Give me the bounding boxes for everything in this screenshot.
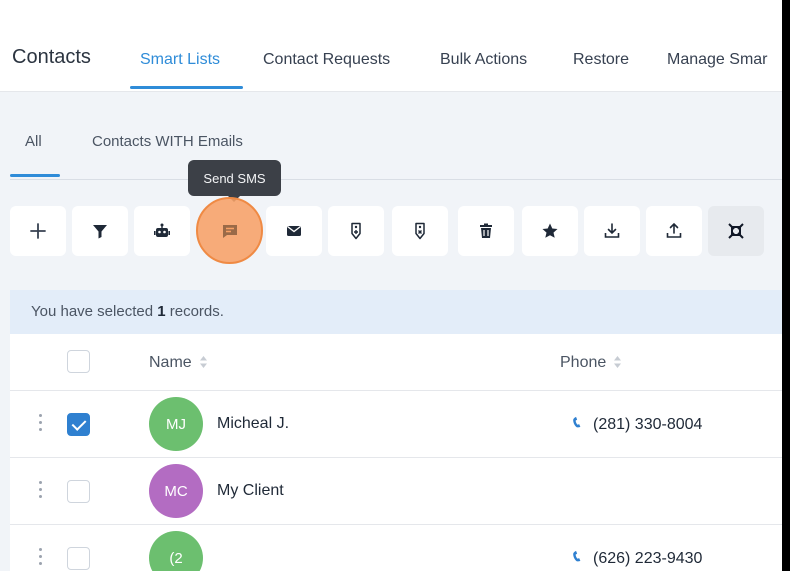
select-all-checkbox[interactable] [67,350,90,373]
page-title: Contacts [12,46,91,68]
drag-handle-icon[interactable] [37,548,43,568]
tag-add-icon [351,222,361,240]
avatar: MJ [149,397,203,451]
star-button[interactable] [522,206,578,256]
contact-phone[interactable]: (626) 223-9430 [569,549,702,568]
merge-icon [728,223,744,239]
row-checkbox[interactable] [67,480,90,503]
row-checkbox[interactable] [67,547,90,570]
tag-remove-icon [415,222,425,240]
subtab-all[interactable]: All [25,133,42,150]
phone-icon [573,416,581,428]
tab-restore[interactable]: Restore [573,51,629,69]
table-header: Name Phone [10,334,782,391]
send-sms-button[interactable] [202,206,258,256]
subtab-divider [10,179,782,180]
contacts-table: Name Phone MJ Micheal J. (281) 330-8004 … [10,334,782,571]
sort-icon [614,356,622,368]
import-button[interactable] [646,206,702,256]
column-header-phone[interactable]: Phone [560,354,622,372]
add-contact-button[interactable] [10,206,66,256]
contact-name[interactable]: Micheal J. [217,415,289,433]
tab-smart-lists[interactable]: Smart Lists [140,51,220,69]
contact-name[interactable]: My Client [217,482,284,500]
row-checkbox[interactable] [67,413,90,436]
avatar: (2 [149,531,203,571]
selection-prefix: You have selected [31,303,158,320]
selection-suffix: records. [165,303,224,320]
merge-button[interactable] [708,206,764,256]
delete-button[interactable] [458,206,514,256]
envelope-icon [287,225,301,236]
active-tab-indicator [130,86,243,89]
add-tag-button[interactable] [328,206,384,256]
phone-icon [573,550,581,562]
upload-icon [666,222,682,238]
selection-count: 1 [157,303,166,320]
send-email-button[interactable] [266,206,322,256]
drag-handle-icon[interactable] [37,414,43,434]
message-icon [223,225,237,238]
table-row[interactable]: MJ Micheal J. (281) 330-8004 [10,391,782,458]
tab-manage-smart-lists[interactable]: Manage Smar [667,51,768,69]
send-sms-tooltip: Send SMS [188,160,281,202]
automation-button[interactable] [134,206,190,256]
filter-icon [93,225,107,239]
trash-icon [480,223,492,238]
sort-icon [199,356,207,368]
robot-icon [154,223,170,237]
contacts-app: Contacts Smart Lists Contact Requests Bu… [0,0,782,571]
contact-phone-text: (626) 223-9430 [593,550,703,567]
tab-bulk-actions[interactable]: Bulk Actions [440,51,527,69]
tab-contact-requests[interactable]: Contact Requests [263,51,390,69]
star-icon [542,223,558,238]
column-header-name-label: Name [149,354,192,371]
top-navigation: Contacts Smart Lists Contact Requests Bu… [0,0,782,92]
selection-banner: You have selected 1 records. [10,290,782,334]
active-subtab-indicator [10,174,60,177]
export-button[interactable] [584,206,640,256]
avatar: MC [149,464,203,518]
column-header-name[interactable]: Name [149,354,208,372]
table-row[interactable]: MC My Client [10,458,782,525]
filter-button[interactable] [72,206,128,256]
download-icon [604,223,620,238]
drag-handle-icon[interactable] [37,481,43,501]
plus-icon [30,223,46,239]
table-row[interactable]: (2 (626) 223-9430 [10,525,782,571]
column-header-phone-label: Phone [560,354,607,371]
contact-phone[interactable]: (281) 330-8004 [569,415,702,434]
subtab-contacts-with-emails[interactable]: Contacts WITH Emails [92,133,243,150]
contact-phone-text: (281) 330-8004 [593,416,703,433]
remove-tag-button[interactable] [392,206,448,256]
